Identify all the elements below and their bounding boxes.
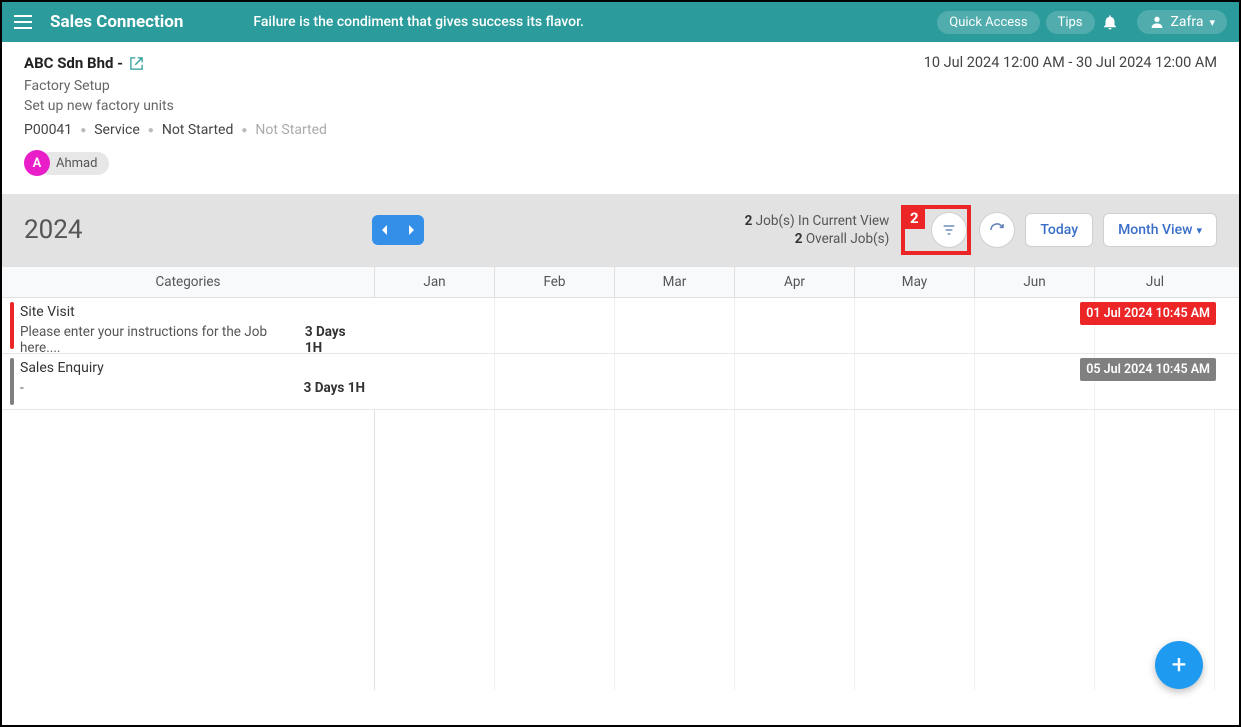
project-code: P00041 <box>24 122 72 138</box>
month-header: May <box>855 267 975 297</box>
categories-header: Categories <box>2 267 375 297</box>
schedule-row: 05 Jul 2024 10:45 AM <box>375 354 1239 410</box>
refresh-icon <box>989 222 1005 238</box>
view-dropdown[interactable]: Month View▾ <box>1103 213 1217 247</box>
year-label: 2024 <box>24 215 82 245</box>
refresh-button[interactable] <box>979 212 1015 248</box>
category-sub: Please enter your instructions for the J… <box>20 324 305 356</box>
job-stats: 2 Job(s) In Current View 2 Overall Job(s… <box>745 212 890 248</box>
user-name: Zafra <box>1171 14 1204 30</box>
project-assignee: A Ahmad <box>24 150 1217 176</box>
category-sub: - <box>20 380 24 396</box>
top-bar: Sales Connection Failure is the condimen… <box>2 2 1239 42</box>
header-quote: Failure is the condiment that gives succ… <box>253 14 584 30</box>
category-row[interactable]: Sales Enquiry - 3 Days 1H <box>2 354 375 410</box>
month-header: Jul <box>1095 267 1215 297</box>
schedule-event[interactable]: 01 Jul 2024 10:45 AM <box>1080 302 1216 325</box>
category-title: Sales Enquiry <box>20 360 365 376</box>
user-menu[interactable]: Zafra ▾ <box>1137 10 1228 34</box>
callout-number: 2 <box>903 207 925 229</box>
category-duration: 3 Days 1H <box>304 380 365 396</box>
month-header: Mar <box>615 267 735 297</box>
project-meta: P00041 ● Service ● Not Started ● Not Sta… <box>24 122 1217 138</box>
filter-callout: 2 <box>901 205 971 255</box>
month-header: Feb <box>495 267 615 297</box>
open-external-icon[interactable] <box>129 56 144 71</box>
months-column: 01 Jul 2024 10:45 AM 05 Jul 2024 10:45 A… <box>375 298 1239 410</box>
categories-column: Site Visit Please enter your instruction… <box>2 298 375 410</box>
user-icon <box>1149 14 1165 30</box>
project-subtitle: Set up new factory units <box>24 98 1217 114</box>
category-duration: 3 Days 1H <box>305 324 365 356</box>
chevron-down-icon: ▾ <box>1209 16 1215 29</box>
category-color-bar <box>10 302 14 349</box>
add-fab-button[interactable]: + <box>1155 641 1203 689</box>
project-status-2: Not Started <box>255 122 327 138</box>
assignee-avatar[interactable]: A <box>24 150 50 176</box>
category-row[interactable]: Site Visit Please enter your instruction… <box>2 298 375 354</box>
schedule-empty-area <box>2 410 1239 690</box>
filter-icon <box>941 222 957 238</box>
tips-button[interactable]: Tips <box>1046 11 1095 34</box>
filter-button[interactable] <box>931 212 967 248</box>
prev-button[interactable] <box>372 215 398 245</box>
month-header: Apr <box>735 267 855 297</box>
bell-icon[interactable] <box>1101 13 1129 31</box>
schedule-header-row: Categories Jan Feb Mar Apr May Jun Jul <box>2 266 1239 298</box>
schedule-toolbar: 2024 2 Job(s) In Current View 2 Overall … <box>2 194 1239 266</box>
project-type: Service <box>94 122 140 138</box>
app-brand[interactable]: Sales Connection <box>50 12 183 32</box>
project-title: Factory Setup <box>24 78 1217 94</box>
chevron-down-icon: ▾ <box>1196 224 1202 237</box>
project-status-1: Not Started <box>162 122 234 138</box>
project-date-range: 10 Jul 2024 12:00 AM - 30 Jul 2024 12:00… <box>924 54 1217 71</box>
schedule-grid: Site Visit Please enter your instruction… <box>2 298 1239 410</box>
month-header: Jan <box>375 267 495 297</box>
next-button[interactable] <box>398 215 424 245</box>
quick-access-button[interactable]: Quick Access <box>937 11 1039 34</box>
schedule-row: 01 Jul 2024 10:45 AM <box>375 298 1239 354</box>
month-header: Jun <box>975 267 1095 297</box>
menu-icon[interactable] <box>14 11 36 33</box>
plus-icon: + <box>1172 650 1187 680</box>
project-info-panel: ABC Sdn Bhd - 10 Jul 2024 12:00 AM - 30 … <box>2 42 1239 194</box>
category-title: Site Visit <box>20 304 365 320</box>
today-button[interactable]: Today <box>1025 213 1093 247</box>
category-color-bar <box>10 358 14 405</box>
year-nav <box>372 215 424 245</box>
schedule-event[interactable]: 05 Jul 2024 10:45 AM <box>1080 358 1216 381</box>
